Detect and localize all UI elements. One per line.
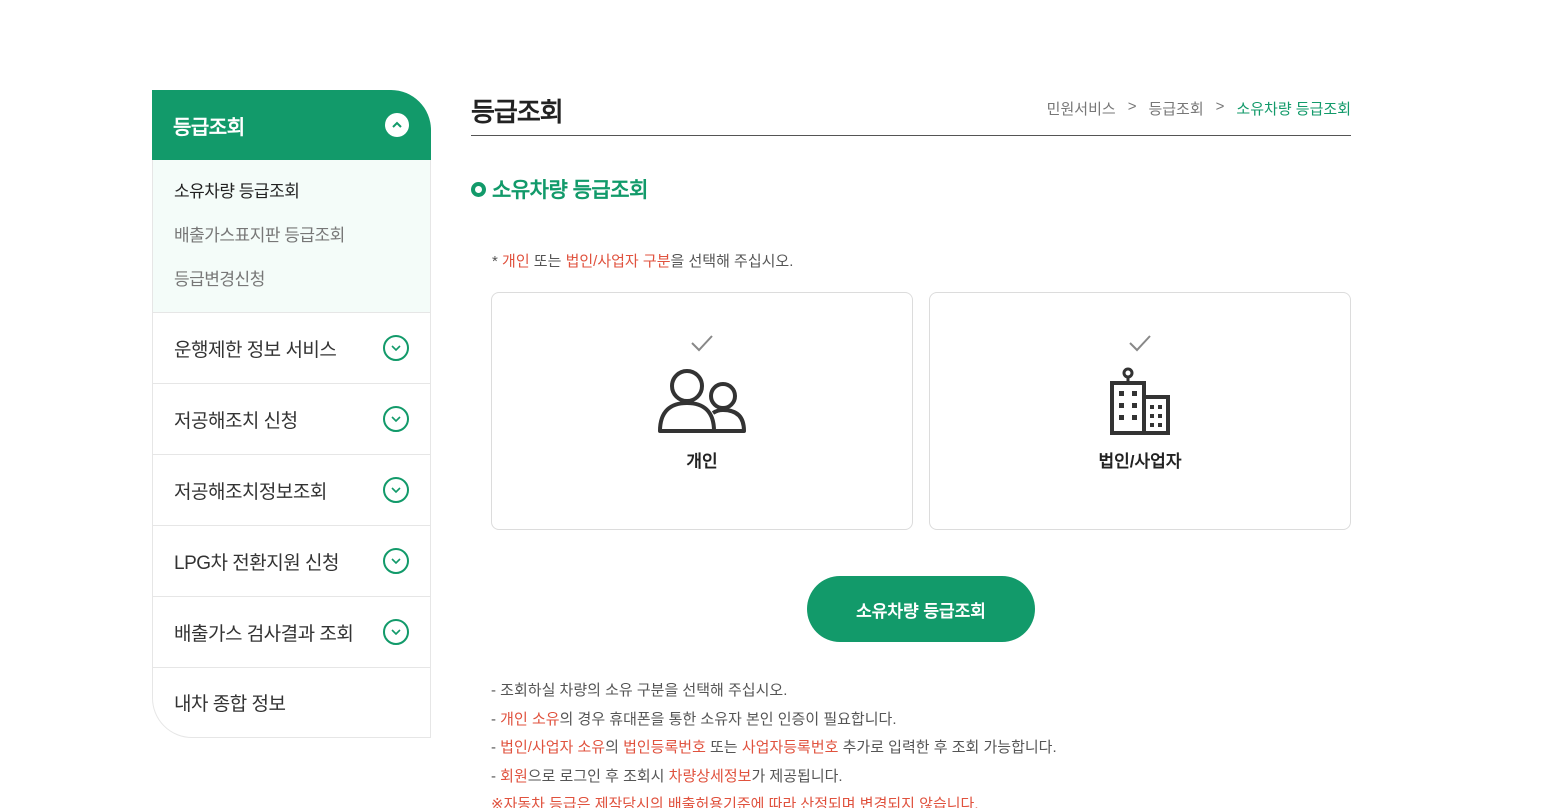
owner-type-corporate-card[interactable]: 법인/사업자 bbox=[929, 292, 1351, 530]
breadcrumb-item-civil-service[interactable]: 민원서비스 bbox=[1047, 98, 1116, 119]
guide-text: 의 경우 휴대폰을 통한 소유자 본인 인증이 필요합니다. bbox=[559, 710, 897, 728]
section-title-text: 소유차량 등급조회 bbox=[492, 179, 648, 202]
sidebar-sub-item-owned-vehicle[interactable]: 소유차량 등급조회 bbox=[174, 180, 430, 224]
notice-or: 또는 bbox=[529, 253, 566, 270]
sidebar-item-low-emission-info[interactable]: 저공해조치정보조회 bbox=[152, 454, 431, 525]
sidebar-item-lpg-conversion[interactable]: LPG차 전환지원 신청 bbox=[152, 525, 431, 596]
guide-item: - 조회하실 차량의 소유 구분을 선택해 주십시오. bbox=[491, 682, 788, 699]
sidebar-sub-item-grade-change[interactable]: 등급변경신청 bbox=[174, 268, 430, 292]
guide-highlight: 차량상세정보 bbox=[668, 767, 752, 785]
guide-item: - 회원으로 로그인 후 조회시 차량상세정보가 제공됩니다. bbox=[491, 766, 1057, 795]
guide-highlight: 회원 bbox=[500, 767, 528, 785]
chevron-up-icon[interactable] bbox=[385, 113, 409, 137]
section-title: 소유차량 등급조회 bbox=[471, 174, 1351, 204]
guide-text: 추가로 입력한 후 조회 가능합니다. bbox=[838, 739, 1057, 757]
sidebar-header-title: 등급조회 bbox=[173, 116, 245, 139]
guide-text: 또는 bbox=[705, 739, 742, 757]
selection-notice: * 개인 또는 법인/사업자 구분을 선택해 주십시오. bbox=[492, 250, 1351, 271]
guide-highlight: 법인/사업자 소유 bbox=[500, 739, 606, 757]
guide-item: - 법인/사업자 소유의 법인등록번호 또는 사업자등록번호 추가로 입력한 후… bbox=[491, 737, 1057, 766]
owner-type-personal-card[interactable]: 개인 bbox=[491, 292, 913, 530]
guide-highlight: 법인등록번호 bbox=[623, 739, 706, 757]
breadcrumb: 민원서비스 > 등급조회 > 소유차량 등급조회 bbox=[1047, 92, 1351, 119]
grade-lookup-button[interactable]: 소유차량 등급조회 bbox=[807, 576, 1035, 642]
guide-dash: - bbox=[491, 767, 501, 785]
sidebar-item-label: 저공해조치 신청 bbox=[174, 410, 298, 432]
check-icon bbox=[691, 335, 713, 352]
breadcrumb-item-current: 소유차량 등급조회 bbox=[1236, 101, 1351, 118]
breadcrumb-separator: > bbox=[1127, 98, 1137, 115]
sidebar-item-low-emission-apply[interactable]: 저공해조치 신청 bbox=[152, 383, 431, 454]
sidebar-header[interactable]: 등급조회 bbox=[152, 90, 431, 160]
chevron-down-icon bbox=[383, 548, 409, 574]
guide-highlight: 개인 소유 bbox=[500, 710, 560, 728]
guide-list: - 조회하실 차량의 소유 구분을 선택해 주십시오. - 개인 소유의 경우 … bbox=[491, 680, 1057, 808]
breadcrumb-item-grade-lookup[interactable]: 등급조회 bbox=[1148, 98, 1203, 119]
chevron-down-icon bbox=[383, 619, 409, 645]
chevron-down-icon bbox=[383, 335, 409, 361]
people-icon bbox=[658, 369, 746, 433]
sidebar-sub-item-emission-sign[interactable]: 배출가스표지판 등급조회 bbox=[174, 224, 430, 268]
sidebar-item-my-car-info[interactable]: 내차 종합 정보 bbox=[152, 667, 431, 738]
notice-prefix: * bbox=[492, 253, 503, 270]
sidebar-item-label: 저공해조치정보조회 bbox=[174, 481, 327, 503]
check-icon bbox=[1129, 335, 1151, 352]
chevron-down-icon bbox=[383, 477, 409, 503]
guide-text: 가 제공됩니다. bbox=[751, 767, 843, 785]
guide-highlight: 사업자등록번호 bbox=[741, 739, 839, 757]
main-content: 등급조회 민원서비스 > 등급조회 > 소유차량 등급조회 소유차량 등급조회 … bbox=[471, 90, 1351, 808]
sidebar-item-label: 운행제한 정보 서비스 bbox=[174, 339, 337, 361]
guide-text: 으로 로그인 후 조회시 bbox=[527, 767, 669, 785]
chevron-down-icon bbox=[383, 406, 409, 432]
page-header: 등급조회 민원서비스 > 등급조회 > 소유차량 등급조회 bbox=[471, 90, 1351, 136]
guide-item-warning: ※자동차 등급은 제작당시의 배출허용기준에 따라 산정되며 변경되지 않습니다… bbox=[491, 796, 979, 808]
page-title: 등급조회 bbox=[471, 97, 564, 127]
breadcrumb-separator: > bbox=[1215, 98, 1225, 115]
guide-item: - 개인 소유의 경우 휴대폰을 통한 소유자 본인 인증이 필요합니다. bbox=[491, 709, 1057, 738]
guide-dash: - bbox=[491, 739, 501, 757]
guide-dash: - bbox=[491, 710, 501, 728]
notice-personal: 개인 bbox=[502, 253, 530, 270]
notice-corp: 법인/사업자 구분 bbox=[565, 253, 671, 270]
sidebar-item-label: 배출가스 검사결과 조회 bbox=[174, 623, 354, 645]
sidebar-item-emission-test-result[interactable]: 배출가스 검사결과 조회 bbox=[152, 596, 431, 667]
sidebar: 등급조회 소유차량 등급조회 배출가스표지판 등급조회 등급변경신청 운행제한 … bbox=[152, 90, 431, 738]
owner-type-corporate-label: 법인/사업자 bbox=[1098, 452, 1182, 471]
sidebar-sub-list: 소유차량 등급조회 배출가스표지판 등급조회 등급변경신청 bbox=[152, 160, 431, 312]
guide-text: 의 bbox=[605, 739, 624, 757]
notice-suffix: 을 선택해 주십시오. bbox=[670, 253, 794, 270]
owner-type-cards: 개인 법인/사업자 bbox=[491, 292, 1351, 530]
sidebar-item-label: LPG차 전환지원 신청 bbox=[174, 552, 339, 574]
owner-type-personal-label: 개인 bbox=[686, 452, 718, 471]
ring-bullet-icon bbox=[471, 181, 486, 197]
building-icon bbox=[1110, 367, 1170, 435]
sidebar-item-restriction-info[interactable]: 운행제한 정보 서비스 bbox=[152, 312, 431, 383]
sidebar-item-label: 내차 종합 정보 bbox=[174, 694, 286, 715]
